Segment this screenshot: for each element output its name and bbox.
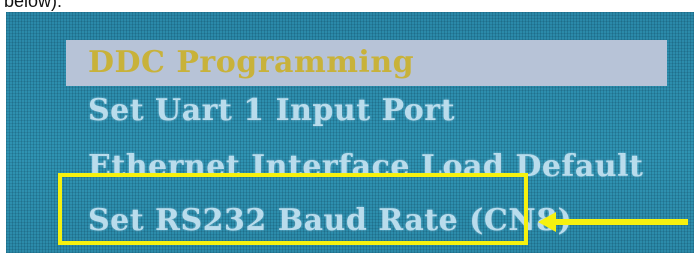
highlight-box <box>58 173 528 245</box>
menu-item-ddc-programming[interactable]: DDC Programming <box>66 40 667 86</box>
caption-text: below): <box>4 0 63 11</box>
menu-item-set-uart1-input-port[interactable]: Set Uart 1 Input Port <box>66 88 586 134</box>
arrow-left-icon <box>538 212 688 232</box>
